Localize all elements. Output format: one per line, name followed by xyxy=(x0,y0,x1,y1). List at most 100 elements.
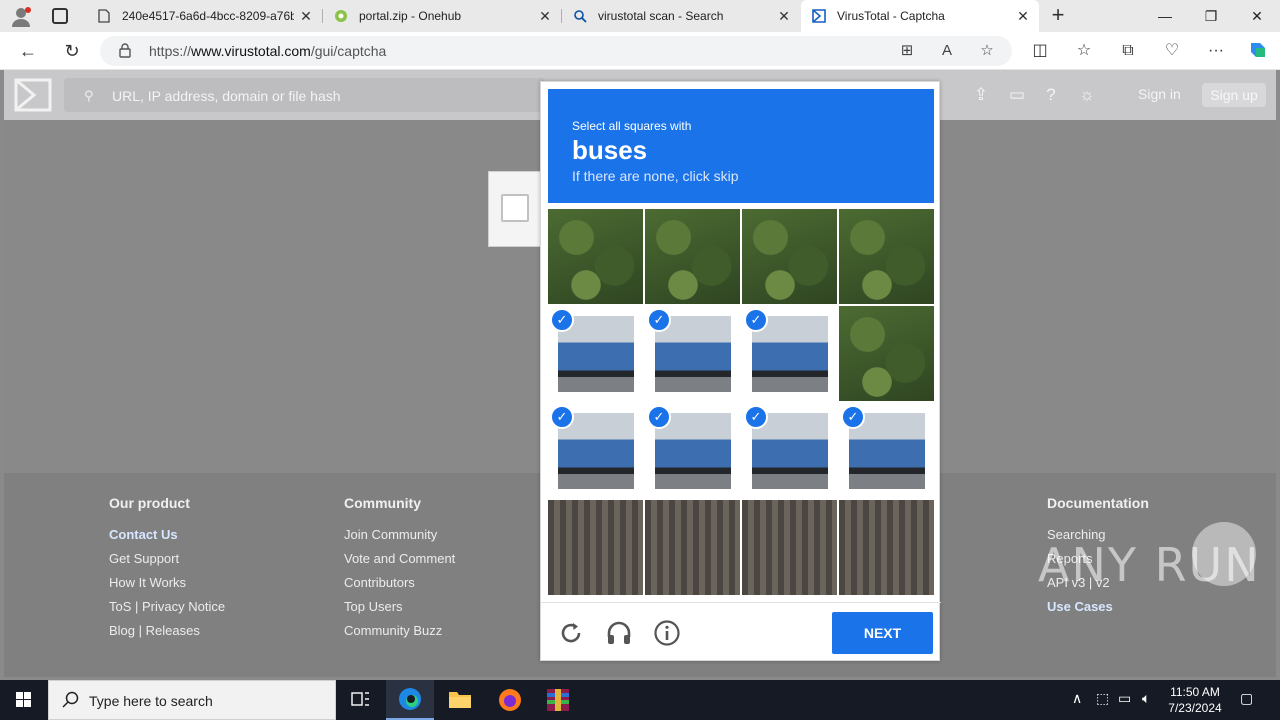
tab-title: virustotal scan - Search xyxy=(598,9,724,23)
captcha-tile[interactable] xyxy=(645,500,740,595)
tray-device-icon[interactable]: ⬚ xyxy=(1096,690,1109,707)
footer-link[interactable]: Join Community xyxy=(344,527,455,551)
edge-app-icon[interactable] xyxy=(386,680,434,720)
minimize-button[interactable]: — xyxy=(1142,0,1188,32)
file-explorer-icon[interactable] xyxy=(436,680,484,720)
audio-challenge-icon[interactable] xyxy=(605,619,633,647)
sign-in-link[interactable]: Sign in xyxy=(1138,86,1181,102)
footer-link[interactable]: How It Works xyxy=(109,575,225,599)
tray-overflow-icon[interactable]: ∧ xyxy=(1072,690,1082,707)
footer-heading: Documentation xyxy=(1047,495,1149,511)
winrar-icon[interactable] xyxy=(534,680,582,720)
taskbar-search[interactable]: Type here to search xyxy=(48,680,336,720)
notifications-icon[interactable]: ▢ xyxy=(1240,690,1253,707)
footer-heading: Community xyxy=(344,495,421,511)
firefox-icon[interactable] xyxy=(486,680,534,720)
close-icon[interactable]: ✕ xyxy=(1015,8,1031,24)
close-icon[interactable]: ✕ xyxy=(776,8,792,24)
tile-image-rails xyxy=(839,500,934,595)
reload-icon[interactable] xyxy=(557,619,585,647)
help-icon[interactable]: ? xyxy=(1040,85,1062,105)
footer-link[interactable]: Get Support xyxy=(109,551,225,575)
clock-date: 7/23/2024 xyxy=(1168,701,1222,715)
collections-icon[interactable]: ⧉ xyxy=(1116,39,1140,63)
selected-check-icon: ✓ xyxy=(647,308,671,332)
captcha-header: Select all squares with buses If there a… xyxy=(548,89,934,203)
captcha-tile[interactable] xyxy=(839,500,934,595)
tile-image-trees xyxy=(742,209,837,304)
upload-icon[interactable]: ⇪ xyxy=(970,85,992,105)
url-text: https://www.virustotal.com/gui/captcha xyxy=(149,43,387,59)
sign-up-button[interactable]: Sign up xyxy=(1202,83,1266,107)
captcha-hint: If there are none, click skip xyxy=(572,168,739,184)
refresh-button[interactable]: ↻ xyxy=(58,38,86,64)
copilot-icon[interactable] xyxy=(1246,39,1270,63)
windows-taskbar: Type here to search ∧ ⬚ ▭ 🔈︎ 11:50 AM 7/… xyxy=(0,680,1280,720)
footer-link[interactable]: Vote and Comment xyxy=(344,551,455,575)
tile-image-trees xyxy=(839,306,934,401)
split-screen-icon[interactable]: ◫ xyxy=(1028,39,1052,63)
browser-tab-bar: 240e4517-6a6d-4bcc-8209-a76bb ✕ portal.z… xyxy=(0,0,1280,32)
selected-check-icon: ✓ xyxy=(744,308,768,332)
info-icon[interactable] xyxy=(653,619,681,647)
more-menu-icon[interactable]: ··· xyxy=(1204,39,1228,63)
back-button[interactable]: ← xyxy=(14,38,42,64)
tile-image-trees xyxy=(839,209,934,304)
restore-button[interactable]: ❐ xyxy=(1188,0,1234,32)
address-bar[interactable]: https://www.virustotal.com/gui/captcha ⊞… xyxy=(100,36,1012,66)
tab-search[interactable]: virustotal scan - Search ✕ xyxy=(562,0,800,32)
tile-image-rails xyxy=(742,500,837,595)
tab-file[interactable]: 240e4517-6a6d-4bcc-8209-a76bb ✕ xyxy=(86,0,322,32)
close-icon[interactable]: ✕ xyxy=(298,8,314,24)
captcha-tile[interactable] xyxy=(645,209,740,304)
footer-link[interactable]: Contact Us xyxy=(109,527,225,551)
close-window-button[interactable]: ✕ xyxy=(1234,0,1280,32)
theme-toggle-icon[interactable]: ☼ xyxy=(1076,85,1098,105)
start-button[interactable] xyxy=(0,680,48,720)
new-tab-button[interactable]: + xyxy=(1046,4,1070,28)
virustotal-logo[interactable] xyxy=(14,78,52,112)
profile-avatar[interactable] xyxy=(10,6,32,28)
tab-onehub[interactable]: portal.zip - Onehub ✕ xyxy=(323,0,561,32)
footer-link[interactable]: Use Cases xyxy=(1047,599,1149,623)
address-toolbar: ← ↻ https://www.virustotal.com/gui/captc… xyxy=(0,32,1280,70)
captcha-checkbox[interactable] xyxy=(501,194,529,222)
tab-virustotal[interactable]: VirusTotal - Captcha ✕ xyxy=(801,0,1039,32)
task-view-icon[interactable] xyxy=(336,680,384,720)
captcha-tile[interactable] xyxy=(742,209,837,304)
captcha-instruction: Select all squares with xyxy=(572,119,692,133)
virustotal-icon xyxy=(811,8,827,24)
search-icon: ⚲ xyxy=(84,88,94,103)
windows-logo-icon xyxy=(16,692,31,707)
next-button[interactable]: NEXT xyxy=(832,612,933,654)
favorite-star-icon[interactable]: ☆ xyxy=(976,41,998,61)
taskbar-clock[interactable]: 11:50 AM 7/23/2024 xyxy=(1160,684,1230,716)
extensions-icon[interactable]: ♡ xyxy=(1160,39,1184,63)
notifications-icon[interactable]: ▭ xyxy=(1006,85,1028,105)
tile-image-trees xyxy=(548,209,643,304)
footer-link[interactable]: Top Users xyxy=(344,599,455,623)
volume-icon[interactable]: 🔈︎ xyxy=(1142,690,1150,707)
network-icon[interactable]: ▭ xyxy=(1118,690,1131,707)
selected-check-icon: ✓ xyxy=(744,405,768,429)
tab-actions-icon[interactable] xyxy=(52,8,68,24)
captcha-footer: NEXT xyxy=(541,602,941,662)
apps-icon[interactable]: ⊞ xyxy=(896,41,918,61)
captcha-tile[interactable] xyxy=(548,500,643,595)
vt-search-bar[interactable]: ⚲ URL, IP address, domain or file hash xyxy=(64,78,544,112)
close-icon[interactable]: ✕ xyxy=(537,8,553,24)
captcha-tile[interactable] xyxy=(839,209,934,304)
footer-link[interactable]: Community Buzz xyxy=(344,623,455,647)
footer-link[interactable]: Contributors xyxy=(344,575,455,599)
favorites-icon[interactable]: ☆ xyxy=(1072,39,1096,63)
tab-title: 240e4517-6a6d-4bcc-8209-a76bb xyxy=(122,9,294,23)
footer-link[interactable]: ToS | Privacy Notice xyxy=(109,599,225,623)
captcha-tile[interactable] xyxy=(548,209,643,304)
captcha-tile[interactable] xyxy=(839,306,934,401)
footer-link[interactable]: Blog | Releases xyxy=(109,623,225,647)
captcha-tile[interactable] xyxy=(742,500,837,595)
tile-image-trees xyxy=(645,209,740,304)
read-aloud-icon[interactable]: A xyxy=(936,41,958,61)
taskbar-search-placeholder: Type here to search xyxy=(89,693,213,709)
vt-search-placeholder: URL, IP address, domain or file hash xyxy=(112,88,341,104)
